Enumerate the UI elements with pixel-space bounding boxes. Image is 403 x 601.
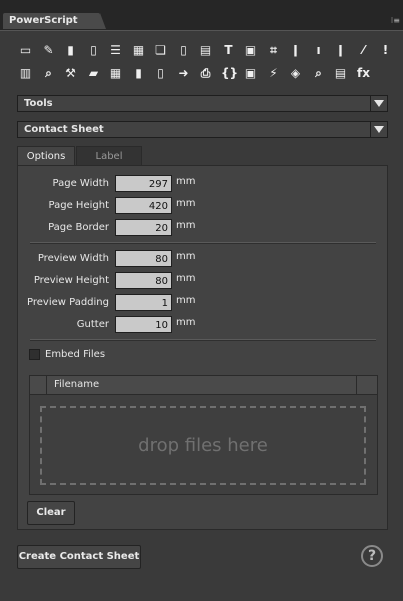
preview-height-input[interactable]: 80 [115,272,172,289]
grid-icon[interactable]: ▦ [108,66,123,81]
flash-icon[interactable]: ⚡ [266,66,281,81]
gutter-unit: mm [176,317,196,328]
preview-width-label: Preview Width [37,253,109,264]
page-height-unit: mm [176,198,196,209]
tab-options[interactable]: Options [17,146,75,165]
zoom-icon[interactable]: ⌕ [41,66,56,81]
clear-button[interactable]: Clear [27,501,75,525]
file-list-extra-column[interactable] [356,376,377,394]
script-icon[interactable]: ▣ [243,66,258,81]
flyout-menu-icon[interactable]: ⁝≡ [391,16,400,26]
page-border-unit: mm [176,220,196,231]
gutter-label: Gutter [76,319,109,330]
crop-icon[interactable]: ⌗ [266,43,281,58]
preview-width-unit: mm [176,251,196,262]
marker-icon[interactable]: ǀ [333,43,348,58]
book-icon[interactable]: ▯ [153,66,168,81]
category-dropdown-value: Tools [24,98,53,109]
pencil-icon[interactable]: ⁄ [356,43,371,58]
script-dropdown-value: Contact Sheet [24,124,104,135]
page-icon[interactable]: ▯ [176,43,191,58]
page-border-label: Page Border [48,222,109,233]
script-dropdown[interactable]: Contact Sheet [17,121,388,138]
pin-icon[interactable]: ǃ [378,43,393,58]
preview-padding-label: Preview Padding [27,297,109,308]
list-icon[interactable]: ☰ [108,43,123,58]
preview-height-label: Preview Height [33,275,109,286]
page-width-label: Page Width [52,178,109,189]
filename-column-header[interactable]: Filename [47,376,99,394]
film-icon[interactable]: ▮ [63,43,78,58]
preview-padding-unit: mm [176,295,196,306]
sheet-icon[interactable]: ▤ [333,66,348,81]
pdf-icon[interactable]: ⎙ [198,66,213,81]
code-icon[interactable]: ◈ [288,66,303,81]
page-width-input[interactable]: 297 [115,175,172,192]
search-icon[interactable]: ⌕ [311,66,326,81]
embed-files-checkbox[interactable] [29,349,40,360]
pen-icon[interactable]: ✎ [41,43,56,58]
file-list-select-column[interactable] [30,376,47,394]
preview-width-input[interactable]: 80 [115,250,172,267]
monitor-icon[interactable]: ▭ [18,43,33,58]
preview-height-unit: mm [176,273,196,284]
export-icon[interactable]: ➜ [176,66,191,81]
text-icon[interactable]: T [221,43,236,58]
tab-label[interactable]: Label [76,146,142,165]
create-contact-sheet-button[interactable]: Create Contact Sheet [17,545,141,569]
layers-icon[interactable]: ❏ [153,43,168,58]
page-border-input[interactable]: 20 [115,219,172,236]
chevron-down-icon[interactable] [370,96,387,111]
frame-icon[interactable]: ▣ [243,43,258,58]
help-icon[interactable]: ? [361,545,383,567]
section-divider [30,339,376,341]
panel-titlebar: PowerScript 3.2.9 ⁝≡ [0,0,403,42]
document-icon[interactable]: ▯ [86,43,101,58]
function-icon[interactable]: fx [356,66,371,81]
section-divider [30,242,376,244]
page-height-label: Page Height [48,200,109,211]
file-list[interactable]: Filename drop files here [29,375,378,495]
file-list-header: Filename [30,376,377,395]
page-width-unit: mm [176,176,196,187]
gutter-input[interactable]: 10 [115,316,172,333]
brush-icon[interactable]: ǀ [288,43,303,58]
wrench-icon[interactable]: ⚒ [63,66,78,81]
preview-padding-input[interactable]: 1 [115,294,172,311]
drop-zone[interactable]: drop files here [40,406,366,485]
brush-small-icon[interactable]: ı [311,43,326,58]
chevron-down-icon[interactable] [370,122,387,137]
server-icon[interactable]: ▥ [18,66,33,81]
page-height-input[interactable]: 420 [115,197,172,214]
category-dropdown[interactable]: Tools [17,95,388,112]
clipboard-icon[interactable]: ▮ [131,66,146,81]
note-icon[interactable]: ▰ [86,66,101,81]
braces-icon[interactable]: {} [221,66,238,81]
panel-title-tab[interactable]: PowerScript 3.2.9 [3,13,106,42]
table-icon[interactable]: ▤ [198,43,213,58]
image-grid-icon[interactable]: ▦ [131,43,146,58]
embed-files-label[interactable]: Embed Files [45,349,105,360]
